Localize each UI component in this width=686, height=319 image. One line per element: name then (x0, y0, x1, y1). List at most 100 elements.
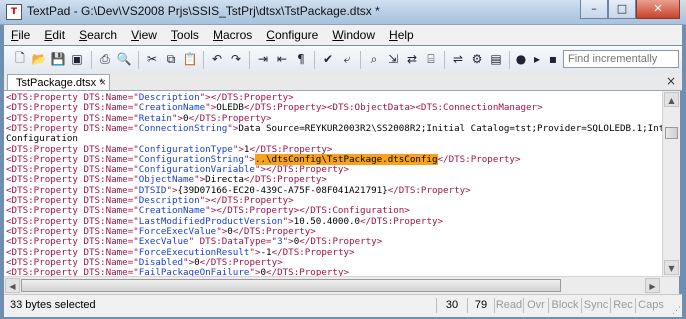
indent-icon[interactable]: ⇥ (255, 51, 271, 67)
find-icon[interactable]: ⌕ (366, 51, 382, 67)
code-token: Data Source=REYKUR2003R2\SS2008R2;Initia… (238, 122, 662, 134)
code-token: </DTS:Property> (271, 246, 355, 258)
menu-configure[interactable]: Configure (259, 28, 325, 42)
tab-label: TstPackage.dtsx * (16, 77, 104, 89)
status-line-number: 30 (436, 298, 467, 313)
horizontal-scrollbar[interactable]: ◀ ▶ (4, 276, 679, 294)
toolbar-separator (249, 51, 250, 69)
status-column-number: 79 (467, 298, 494, 313)
cut-icon[interactable]: ✂ (144, 51, 160, 67)
undo-icon[interactable]: ↶ (209, 51, 225, 67)
tab-close-icon[interactable]: × (100, 75, 106, 91)
print-icon[interactable]: ⎙ (97, 51, 113, 67)
status-block-indicator: Block (548, 298, 581, 313)
code-token: </DTS:Property> (360, 215, 444, 227)
title-bar[interactable]: T TextPad - G:\Dev\VS2008 Prjs\SSIS_TstP… (0, 0, 686, 25)
copy-icon[interactable]: ⧉ (163, 51, 179, 67)
menu-window-mnemonic: W (332, 28, 344, 42)
menu-help[interactable]: Help (382, 28, 421, 42)
tool-settings-icon[interactable]: ⚙ (469, 51, 485, 67)
record-macro-icon[interactable]: ● (513, 51, 529, 67)
maximize-button[interactable]: □ (608, 0, 636, 19)
editor-text-area[interactable]: <DTS:Property DTS:Name="Description"></D… (4, 91, 662, 276)
print-preview-icon[interactable]: 🔍 (116, 51, 132, 67)
find-in-files-icon[interactable]: ⌸ (423, 51, 439, 67)
word-wrap-icon[interactable]: ⤶ (339, 51, 355, 67)
code-token: ConnectionString (138, 122, 228, 134)
toolbar-separator (314, 51, 315, 69)
close-button[interactable]: ✕ (636, 0, 680, 19)
menu-window-label: indow (343, 28, 376, 42)
code-token: "> (249, 267, 261, 276)
toolbar-separator (444, 51, 445, 69)
horizontal-scroll-thumb[interactable] (21, 279, 561, 292)
textpad-app-icon[interactable]: T (6, 4, 22, 20)
save-icon[interactable]: 💾 (50, 51, 66, 67)
pane-close-icon[interactable]: × (666, 74, 676, 88)
paste-icon[interactable]: 📋 (182, 51, 198, 67)
toolbar-separator (509, 51, 510, 69)
status-read-indicator: Read (494, 298, 523, 313)
code-line[interactable]: <DTS:Property DTS:Name="ConnectionString… (6, 123, 662, 134)
scroll-up-icon[interactable]: ▲ (664, 92, 679, 107)
code-line[interactable]: <DTS:Property DTS:Name="FailPackageOnFai… (6, 267, 349, 276)
menu-edit-label: dit (52, 28, 66, 42)
tab-tstpackage[interactable]: TstPackage.dtsx * × (7, 74, 110, 90)
menu-file-label: ile (18, 28, 31, 42)
save-all-icon[interactable]: ▣ (69, 51, 85, 67)
menu-tools[interactable]: Tools (164, 28, 206, 42)
toolbar-separator (360, 51, 361, 69)
replace-icon[interactable]: ⇄ (404, 51, 420, 67)
menu-window[interactable]: Window (325, 28, 382, 42)
stop-macro-icon[interactable]: ▪ (545, 51, 561, 67)
status-bar: 33 bytes selected 30 79 Read Ovr Block S… (4, 294, 682, 317)
code-token: </DTS:Property> (387, 184, 471, 196)
menu-edit[interactable]: Edit (37, 28, 72, 42)
redo-icon[interactable]: ↷ (228, 51, 244, 67)
vertical-scroll-thumb[interactable] (665, 127, 678, 139)
scroll-left-icon[interactable]: ◀ (5, 278, 20, 293)
compare-icon[interactable]: ⇌ (450, 51, 466, 67)
menu-view-label: iew (138, 28, 157, 42)
menu-search-mnemonic: S (79, 28, 88, 42)
code-token: <DTS:Property DTS:Name=" (6, 267, 139, 276)
paragraph-icon[interactable]: ¶ (293, 51, 309, 67)
code-token: </DTS:Property> (266, 267, 350, 276)
menu-view[interactable]: View (124, 28, 164, 42)
open-folder-icon[interactable]: 📂 (31, 51, 47, 67)
spell-check-icon[interactable]: ✔ (320, 51, 336, 67)
window-controls: – □ ✕ (580, 0, 680, 19)
menu-macros-label: acros (222, 28, 253, 42)
code-token: </DTS:Property> (437, 153, 521, 165)
scroll-down-icon[interactable]: ▼ (664, 260, 679, 275)
minimize-button[interactable]: – (580, 0, 608, 19)
menu-help-mnemonic: H (389, 28, 398, 42)
status-ovr-indicator: Ovr (523, 298, 548, 313)
menu-search[interactable]: Search (72, 28, 124, 42)
menu-macros[interactable]: Macros (206, 28, 259, 42)
find-next-icon[interactable]: ⇲ (385, 51, 401, 67)
menu-macros-mnemonic: M (212, 28, 223, 42)
menu-help-label: elp (397, 28, 414, 42)
code-token: FailPackageOnFailure (138, 267, 250, 276)
toolbar-separator (138, 51, 139, 69)
status-rec-indicator: Rec (610, 298, 635, 313)
find-incrementally-input[interactable] (563, 50, 679, 68)
menu-file[interactable]: File (4, 28, 37, 42)
menu-configure-mnemonic: C (266, 28, 275, 42)
menu-configure-label: onfigure (274, 28, 319, 42)
new-document-icon[interactable]: 🗋 (12, 51, 28, 67)
menu-tools-label: ools (176, 28, 199, 42)
toolbar: 🗋 📂 💾 ▣ ⎙ 🔍 ✂ ⧉ 📋 ↶ ↷ ⇥ ⇤ ¶ ✔ ⤶ ⌕ ⇲ ⇄ ⌸ … (4, 46, 682, 74)
status-sync-indicator: Sync (581, 298, 610, 313)
resize-grip-icon[interactable]: ⋰ (672, 305, 681, 316)
menu-search-label: earch (87, 28, 118, 42)
clip-library-icon[interactable]: ▤ (488, 51, 504, 67)
status-message: 33 bytes selected (10, 299, 96, 311)
code-token: "> (227, 122, 239, 134)
vertical-scrollbar[interactable]: ▲ ▼ (662, 91, 680, 276)
scroll-right-icon[interactable]: ▶ (645, 278, 660, 293)
document-tab-strip: TstPackage.dtsx * × × (4, 73, 682, 91)
play-macro-icon[interactable]: ▸ (529, 51, 545, 67)
outdent-icon[interactable]: ⇤ (274, 51, 290, 67)
